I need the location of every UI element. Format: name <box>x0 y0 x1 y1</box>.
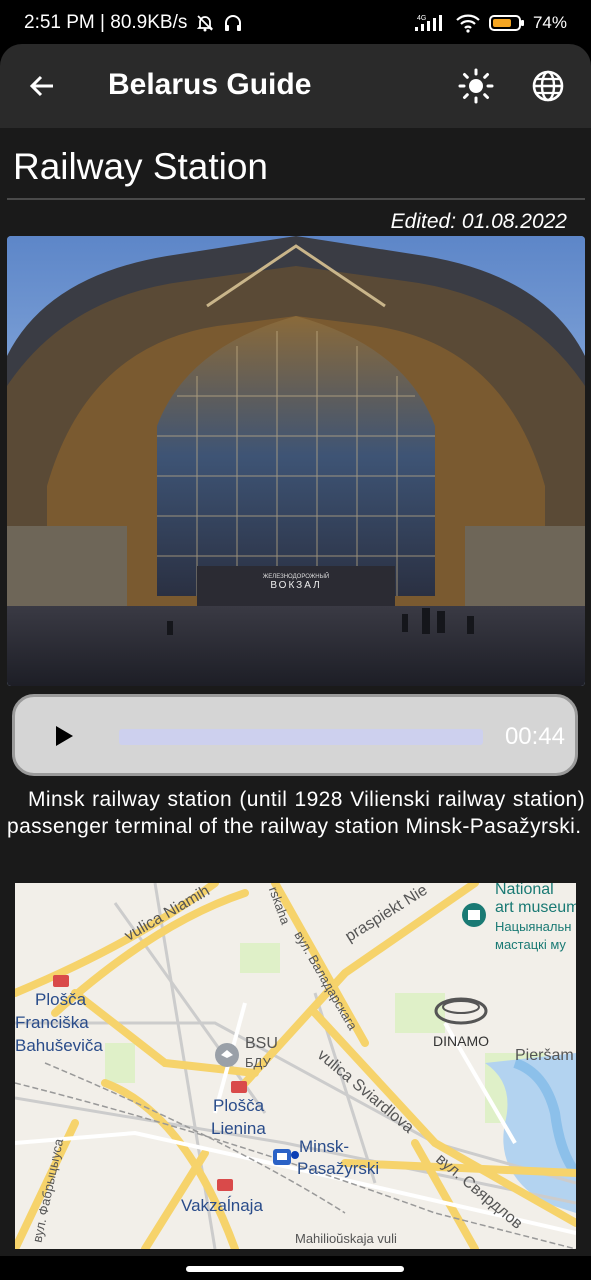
audio-progress-bar[interactable] <box>119 729 483 745</box>
svg-text:ЖЕЛЕЗНОДОРОЖНЫЙ: ЖЕЛЕЗНОДОРОЖНЫЙ <box>263 572 329 580</box>
battery-icon <box>488 13 525 33</box>
description-text: Minsk railway station (until 1928 Vilien… <box>7 788 585 838</box>
map-label-plosca-fr-3: Bahuševiča <box>15 1036 103 1055</box>
edited-date: Edited: 01.08.2022 <box>390 210 567 233</box>
battery-percent: 74% <box>532 13 567 32</box>
status-right: 4G 74% <box>413 13 567 33</box>
svg-text:ВОКЗАЛ: ВОКЗАЛ <box>270 580 321 591</box>
arrow-left-icon <box>29 75 53 97</box>
map-label-minsk-p-1: Minsk- <box>299 1137 350 1156</box>
headphones-icon <box>223 13 243 33</box>
language-button[interactable] <box>528 66 568 106</box>
map-label-bsu-ru: БДУ <box>245 1055 271 1070</box>
map-label-national-ru2: мастацкі му <box>495 937 566 952</box>
signal-icon: 4G <box>413 13 447 33</box>
page-title: Railway Station <box>13 146 269 187</box>
home-gesture-handle[interactable] <box>186 1266 404 1272</box>
map-label-plosca-fr-1: Plošča <box>35 990 87 1009</box>
map-label-plosca-l-2: Lienina <box>211 1119 266 1138</box>
map-label-piersam: Pieršam <box>515 1047 574 1064</box>
content-area[interactable]: Railway Station Edited: 01.08.2022 ЖЕЛЕЗ… <box>0 128 591 1256</box>
status-bar: 2:51 PM | 80.9KB/s 4G 74% <box>0 0 591 46</box>
play-icon <box>56 726 73 746</box>
svg-text:4G: 4G <box>417 15 426 22</box>
app-bar: Belarus Guide <box>0 44 591 128</box>
audio-player: 00:44 <box>12 694 578 776</box>
theme-toggle-button[interactable] <box>456 66 496 106</box>
title-divider <box>7 198 585 200</box>
map-label-minsk-p-2: Pasažyrski <box>297 1159 380 1178</box>
globe-icon <box>532 70 564 102</box>
map-label-bsu: BSU <box>245 1035 278 1052</box>
map-label-dinamo: DINAMO <box>433 1033 489 1049</box>
back-button[interactable] <box>22 66 62 106</box>
sun-icon <box>458 68 494 104</box>
location-map[interactable]: vulica Niamih praspiekt Nie rskaha вул. … <box>15 883 576 1249</box>
status-time-speed: 2:51 PM | 80.9KB/s <box>24 12 188 33</box>
app-title: Belarus Guide <box>108 68 312 101</box>
map-label-plosca-fr-2: Franciška <box>15 1013 89 1032</box>
map-label-national-1: National <box>495 883 554 898</box>
map-label-mahiliouskaja: Mahilioŭskaja vuli <box>295 1231 397 1246</box>
status-left: 2:51 PM | 80.9KB/s <box>24 12 243 34</box>
map-label-plosca-l-1: Plošča <box>213 1096 265 1115</box>
system-nav-bar <box>0 1256 591 1280</box>
station-photo: ЖЕЛЕЗНОДОРОЖНЫЙ ВОКЗАЛ <box>7 236 585 686</box>
wifi-icon <box>455 13 481 33</box>
play-button[interactable] <box>49 721 79 751</box>
bell-off-icon <box>195 13 215 33</box>
map-label-vakzalnaja: Vakzaĺnaja <box>181 1196 263 1215</box>
map-label-national-ru1: Нацыянальн <box>495 919 572 934</box>
audio-time: 00:44 <box>504 723 565 750</box>
map-label-national-2: art museum <box>495 899 576 916</box>
